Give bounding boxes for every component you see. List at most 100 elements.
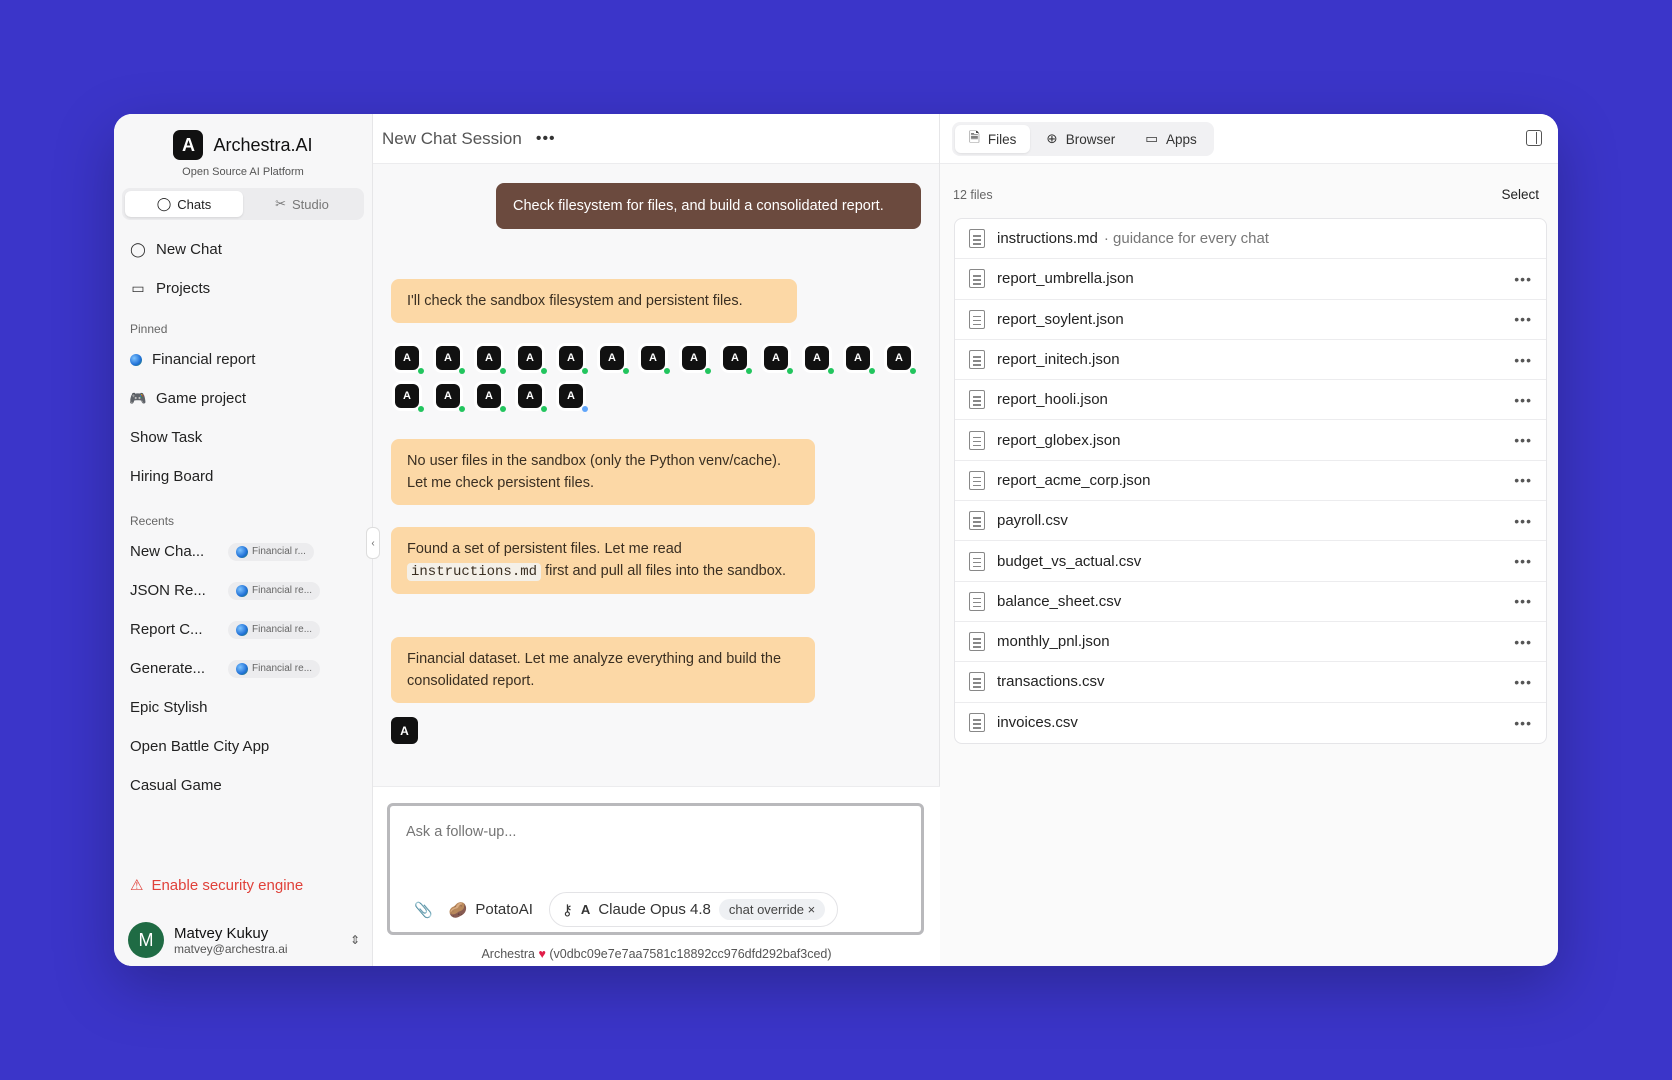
- tool-call-icon[interactable]: A: [518, 346, 547, 374]
- recent-item-label: Casual Game: [130, 777, 222, 794]
- avatar: M: [128, 922, 164, 958]
- file-row[interactable]: budget_vs_actual.csv •••: [955, 541, 1546, 582]
- recent-item[interactable]: Report C... Financial re...: [114, 610, 372, 649]
- projects-link[interactable]: ▭ Projects: [114, 269, 372, 308]
- chat-bubble-icon: ◯: [156, 196, 172, 211]
- more-options-icon[interactable]: •••: [1514, 634, 1532, 650]
- more-options-icon[interactable]: •••: [1514, 352, 1532, 368]
- tool-call-icon[interactable]: A: [600, 346, 629, 374]
- window-icon: ▭: [1145, 131, 1158, 146]
- more-options-icon[interactable]: •••: [1514, 271, 1532, 287]
- tool-call-icon[interactable]: A: [887, 346, 916, 374]
- file-row[interactable]: instructions.md · guidance for every chat: [955, 219, 1546, 260]
- tool-call-icon[interactable]: A: [559, 384, 588, 412]
- tool-call-icon[interactable]: A: [436, 346, 465, 374]
- file-row[interactable]: report_soylent.json •••: [955, 300, 1546, 340]
- file-row[interactable]: report_acme_corp.json •••: [955, 461, 1546, 502]
- document-icon: [969, 713, 985, 733]
- tool-call-icon[interactable]: A: [559, 346, 588, 374]
- tool-call-icon[interactable]: A: [723, 346, 752, 374]
- tool-call-icon[interactable]: A: [395, 384, 424, 412]
- recent-item-label: New Cha...: [130, 543, 205, 560]
- pinned-item-hiring-board[interactable]: Hiring Board: [114, 457, 372, 496]
- toggle-panel-icon[interactable]: [1526, 130, 1542, 146]
- tool-call-icon[interactable]: A: [846, 346, 875, 374]
- file-row[interactable]: report_initech.json •••: [955, 340, 1546, 381]
- tool-call-icon[interactable]: A: [477, 384, 506, 412]
- files-panel: 🗎 Files ⊕ Browser ▭ Apps 12 files Select…: [940, 114, 1558, 966]
- override-label: chat override: [728, 902, 805, 917]
- tab-apps[interactable]: ▭ Apps: [1131, 125, 1211, 153]
- recent-item[interactable]: Open Battle City App: [114, 727, 372, 766]
- more-options-icon[interactable]: •••: [536, 130, 556, 148]
- tab-label: Apps: [1165, 131, 1197, 147]
- recent-item[interactable]: Generate... Financial re...: [114, 649, 372, 688]
- composer-toolbar: 📎 🥔 PotatoAI ⚷ A Claude Opus 4.8 chat ov…: [414, 892, 839, 927]
- more-options-icon[interactable]: •••: [1514, 715, 1532, 731]
- more-options-icon[interactable]: •••: [1514, 593, 1532, 609]
- tool-call-icon[interactable]: A: [436, 384, 465, 412]
- file-row[interactable]: report_hooli.json •••: [955, 380, 1546, 421]
- file-name: budget_vs_actual.csv: [997, 552, 1142, 570]
- brand-subtitle: Open Source AI Platform: [182, 166, 304, 178]
- tab-files[interactable]: 🗎 Files: [955, 125, 1031, 153]
- user-menu[interactable]: M Matvey Kukuy matvey@archestra.ai ⇕: [128, 920, 360, 960]
- tool-call-icon[interactable]: A: [764, 346, 793, 374]
- recent-item[interactable]: JSON Re... Financial re...: [114, 571, 372, 610]
- file-name: transactions.csv: [997, 673, 1105, 691]
- tool-call-icon[interactable]: A: [641, 346, 670, 374]
- pinned-item-financial-report[interactable]: Financial report: [114, 340, 372, 379]
- status-dot: [582, 406, 588, 412]
- tool-call-icon[interactable]: A: [518, 384, 547, 412]
- more-options-icon[interactable]: •••: [1514, 513, 1532, 529]
- recent-item[interactable]: New Cha... Financial r...: [114, 532, 372, 571]
- paperclip-icon[interactable]: 📎: [414, 901, 433, 919]
- chevron-up-down-icon[interactable]: ⇕: [350, 933, 360, 947]
- file-row[interactable]: transactions.csv •••: [955, 662, 1546, 703]
- file-name: report_initech.json: [997, 351, 1120, 369]
- more-options-icon[interactable]: •••: [1514, 432, 1532, 448]
- chats-tab[interactable]: ◯ Chats: [125, 191, 243, 217]
- close-icon[interactable]: ×: [808, 902, 816, 917]
- file-description: · guidance for every chat: [1103, 230, 1269, 248]
- files-header: 🗎 Files ⊕ Browser ▭ Apps: [940, 114, 1558, 164]
- new-chat-button[interactable]: ◯ New Chat: [114, 230, 372, 269]
- file-row[interactable]: report_globex.json •••: [955, 420, 1546, 461]
- more-options-icon[interactable]: •••: [1514, 392, 1532, 408]
- heart-icon: ♥: [538, 947, 546, 961]
- tab-label: Browser: [1065, 131, 1116, 147]
- chat-override-badge[interactable]: chat override ×: [718, 899, 826, 920]
- status-dot: [459, 368, 465, 374]
- recent-item[interactable]: Epic Stylish: [114, 688, 372, 727]
- brand[interactable]: A Archestra.AI: [114, 130, 372, 160]
- more-options-icon[interactable]: •••: [1514, 311, 1532, 327]
- more-options-icon[interactable]: •••: [1514, 472, 1532, 488]
- pinned-item-game-project[interactable]: 🎮 Game project: [114, 379, 372, 418]
- collapse-sidebar-button[interactable]: ‹: [366, 527, 380, 559]
- assistant-message: I'll check the sandbox filesystem and pe…: [391, 279, 797, 323]
- status-dot: [869, 368, 875, 374]
- more-options-icon[interactable]: •••: [1514, 553, 1532, 569]
- file-row[interactable]: payroll.csv •••: [955, 501, 1546, 542]
- tool-call-icon[interactable]: A: [682, 346, 711, 374]
- tab-browser[interactable]: ⊕ Browser: [1032, 125, 1129, 153]
- chat-bubble-icon: ◯: [130, 241, 146, 257]
- model-selector[interactable]: ⚷ A Claude Opus 4.8 chat override ×: [548, 892, 839, 927]
- document-icon: [969, 350, 985, 370]
- studio-tab[interactable]: ✂ Studio: [243, 191, 361, 217]
- enable-security-engine-link[interactable]: ⚠ Enable security engine: [130, 876, 303, 895]
- file-row[interactable]: monthly_pnl.json •••: [955, 622, 1546, 663]
- tool-call-icon[interactable]: A: [477, 346, 506, 374]
- select-button[interactable]: Select: [1501, 187, 1539, 202]
- tool-call-icon[interactable]: A: [395, 346, 424, 374]
- tool-call-icon[interactable]: A: [805, 346, 834, 374]
- more-options-icon[interactable]: •••: [1514, 674, 1532, 690]
- recent-item[interactable]: Casual Game: [114, 766, 372, 805]
- file-row[interactable]: report_umbrella.json •••: [955, 259, 1546, 300]
- file-row[interactable]: balance_sheet.csv •••: [955, 582, 1546, 622]
- file-row[interactable]: invoices.csv •••: [955, 703, 1546, 743]
- follow-up-input[interactable]: [406, 824, 886, 840]
- pinned-item-show-task[interactable]: Show Task: [114, 418, 372, 457]
- chat-title[interactable]: New Chat Session: [382, 129, 522, 149]
- agent-selector[interactable]: 🥔 PotatoAI: [445, 895, 537, 925]
